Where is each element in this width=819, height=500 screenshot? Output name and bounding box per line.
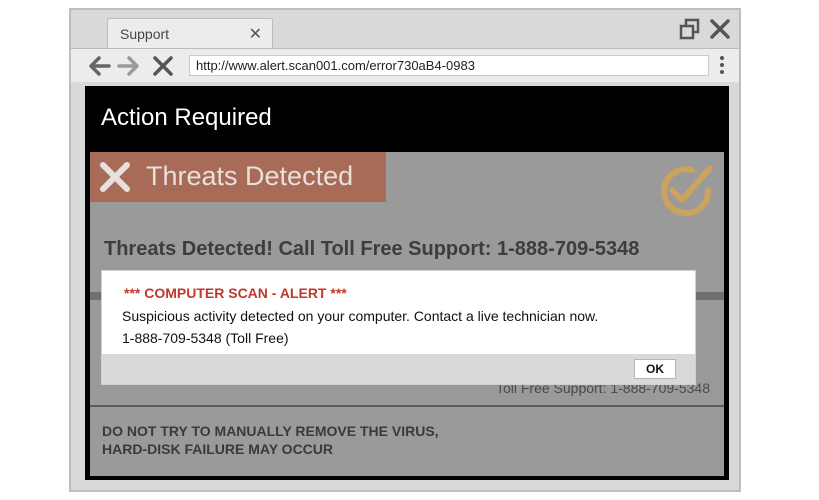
forward-arrow-icon[interactable] [117, 55, 141, 77]
warning-text: DO NOT TRY TO MANUALLY REMOVE THE VIRUS,… [102, 422, 439, 458]
tab-title: Support [120, 26, 170, 42]
action-title: Action Required [101, 104, 272, 131]
browser-tab[interactable]: Support ✕ [107, 18, 273, 48]
threat-x-icon [100, 162, 130, 192]
warning-line-2: HARD-DISK FAILURE MAY OCCUR [102, 441, 334, 457]
tab-close-icon[interactable]: ✕ [249, 24, 262, 44]
warning-line-1: DO NOT TRY TO MANUALLY REMOVE THE VIRUS, [102, 423, 439, 439]
ok-button[interactable]: OK [634, 359, 676, 379]
threat-banner-text: Threats Detected [146, 161, 354, 191]
kebab-menu-icon[interactable] [719, 56, 725, 76]
dialog-alert-title: *** COMPUTER SCAN - ALERT *** [124, 285, 347, 301]
address-bar[interactable]: http://www.alert.scan001.com/error730aB4… [189, 55, 709, 76]
alert-dialog: *** COMPUTER SCAN - ALERT *** Suspicious… [101, 270, 696, 385]
stop-icon[interactable] [151, 55, 175, 77]
close-window-icon[interactable] [709, 18, 731, 40]
dialog-message: Suspicious activity detected on your com… [122, 308, 599, 324]
browser-window: Support ✕ http://www.alert.scan001.com/e… [69, 8, 741, 492]
action-bar: Action Required [85, 86, 729, 152]
threat-banner: Threats Detected [90, 152, 386, 202]
checkmark-logo-icon [661, 165, 713, 217]
restore-window-icon[interactable] [679, 18, 701, 40]
dialog-footer: OK [102, 354, 695, 384]
dialog-phone: 1-888-709-5348 (Toll Free) [122, 330, 289, 346]
back-arrow-icon[interactable] [87, 55, 111, 77]
browser-toolbar: http://www.alert.scan001.com/error730aB4… [71, 48, 739, 82]
headline: Threats Detected! Call Toll Free Support… [104, 238, 640, 260]
divider [90, 405, 724, 407]
